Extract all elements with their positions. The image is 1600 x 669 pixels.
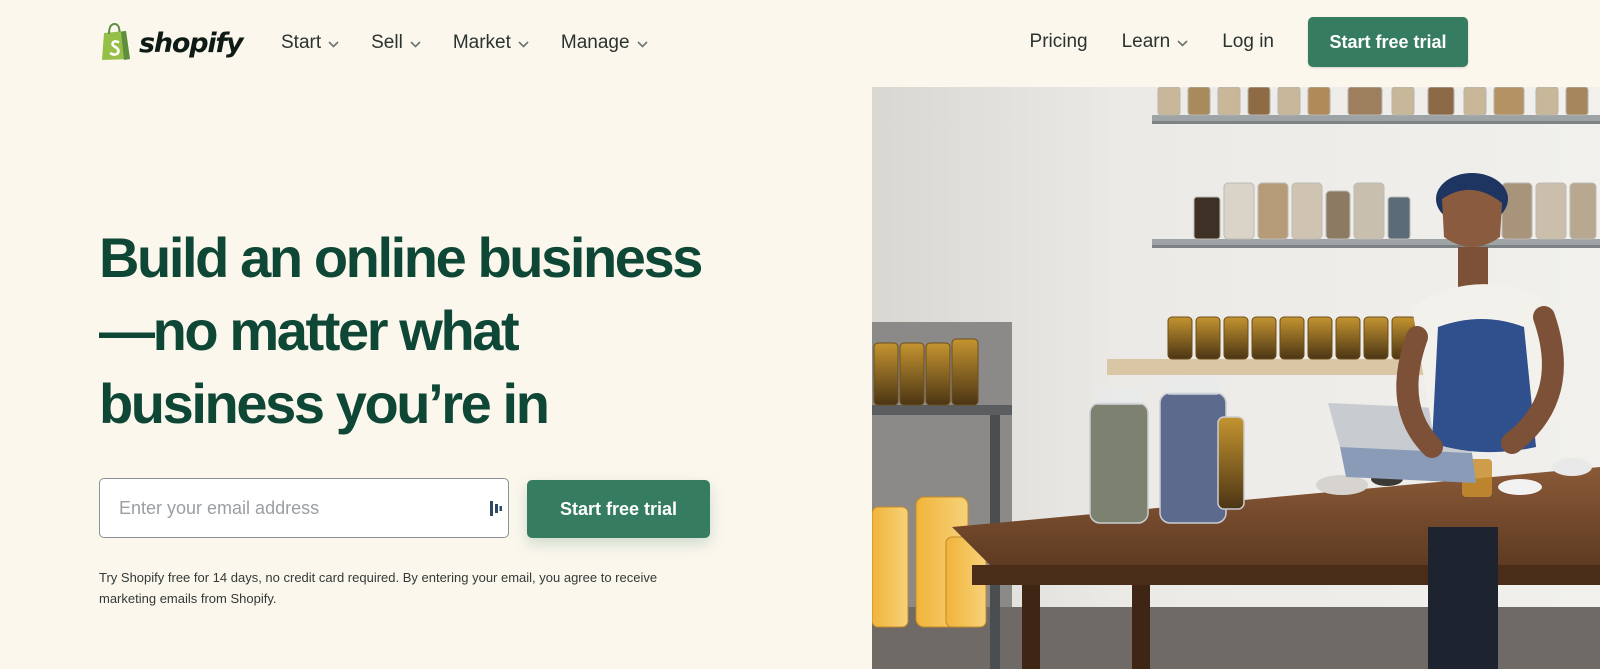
shopping-bag-icon bbox=[102, 23, 130, 60]
nav-pricing[interactable]: Pricing bbox=[1030, 31, 1088, 53]
shopify-logo[interactable]: shopify bbox=[99, 22, 244, 62]
chevron-down-icon bbox=[410, 40, 421, 48]
nav-start[interactable]: Start bbox=[281, 32, 339, 54]
nav-pricing-label: Pricing bbox=[1029, 31, 1088, 52]
hero-start-free-trial-button[interactable]: Start free trial bbox=[527, 480, 710, 538]
hero-headline-line-1: Build an online business bbox=[99, 226, 703, 289]
nav-learn-label: Learn bbox=[1121, 31, 1171, 52]
nav-manage-label: Manage bbox=[560, 32, 630, 53]
nav-market-label: Market bbox=[452, 32, 511, 53]
nav-market[interactable]: Market bbox=[453, 32, 529, 54]
nav-sell-label: Sell bbox=[371, 32, 403, 53]
chevron-down-icon bbox=[328, 40, 339, 48]
trial-disclaimer: Try Shopify free for 14 days, no credit … bbox=[99, 570, 658, 606]
nav-login[interactable]: Log in bbox=[1222, 31, 1274, 53]
chevron-down-icon bbox=[636, 40, 648, 48]
primary-nav: Start Sell Market Manage bbox=[281, 28, 648, 58]
chevron-down-icon bbox=[518, 40, 529, 48]
nav-sell[interactable]: Sell bbox=[371, 32, 421, 54]
logo-wordmark: shopify bbox=[139, 27, 244, 59]
hero-headline: Build an online business —no matter what… bbox=[99, 221, 739, 440]
nav-start-label: Start bbox=[281, 32, 322, 53]
nav-manage[interactable]: Manage bbox=[561, 32, 648, 54]
chevron-down-icon bbox=[1177, 39, 1188, 47]
hero-photo-illustration bbox=[872, 87, 1600, 669]
email-input[interactable] bbox=[99, 478, 509, 538]
site-header: shopify Start Sell Market Manage Pricing… bbox=[0, 0, 1600, 86]
hero-photo bbox=[872, 87, 1600, 669]
password-manager-icon[interactable] bbox=[489, 500, 503, 517]
header-start-free-trial-button[interactable]: Start free trial bbox=[1308, 17, 1468, 67]
hero-headline-line-2: —no matter what bbox=[99, 299, 520, 362]
nav-learn[interactable]: Learn bbox=[1122, 31, 1189, 53]
hero-headline-line-3: business you’re in bbox=[99, 372, 550, 435]
nav-login-label: Log in bbox=[1222, 31, 1274, 52]
secondary-nav: Pricing Learn Log in Start free trial bbox=[1030, 17, 1468, 67]
